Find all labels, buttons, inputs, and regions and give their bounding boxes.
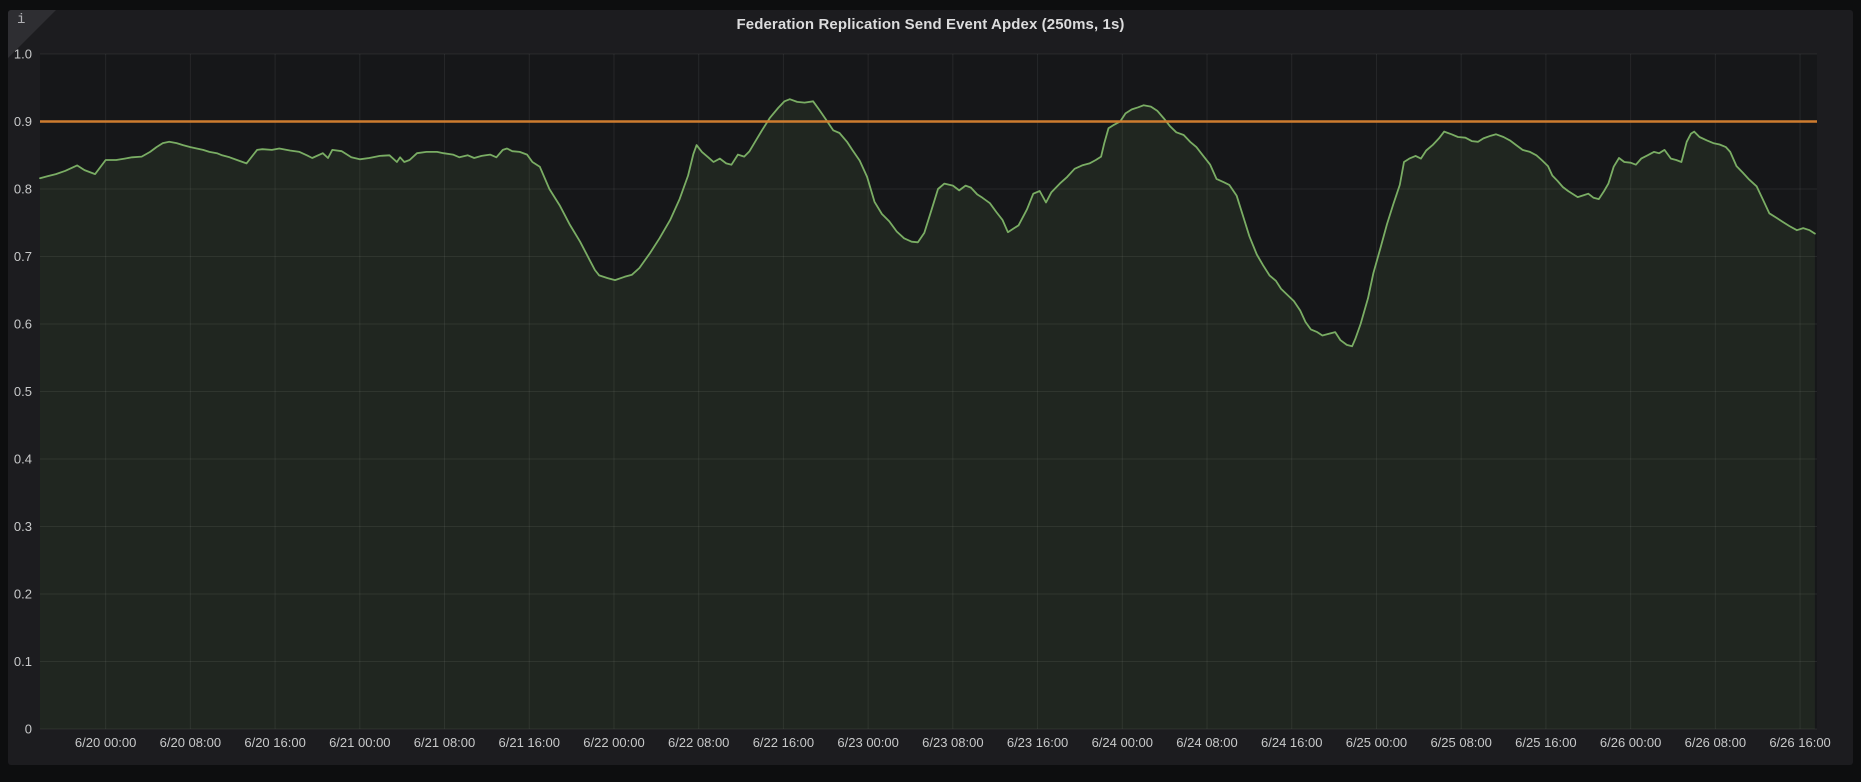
x-tick-label: 6/26 08:00 (1685, 735, 1746, 750)
x-tick-label: 6/20 00:00 (75, 735, 136, 750)
y-tick-label: 0 (25, 722, 32, 737)
x-tick-label: 6/21 16:00 (499, 735, 560, 750)
graph-panel: i Federation Replication Send Event Apde… (8, 10, 1853, 765)
x-tick-label: 6/22 16:00 (753, 735, 814, 750)
x-tick-label: 6/23 00:00 (837, 735, 898, 750)
y-tick-label: 0.5 (14, 384, 32, 399)
y-tick-label: 0.7 (14, 249, 32, 264)
y-tick-label: 1.0 (14, 47, 32, 62)
x-tick-label: 6/24 16:00 (1261, 735, 1322, 750)
x-tick-label: 6/26 16:00 (1769, 735, 1830, 750)
y-tick-label: 0.8 (14, 182, 32, 197)
x-tick-label: 6/20 08:00 (160, 735, 221, 750)
x-tick-label: 6/25 16:00 (1515, 735, 1576, 750)
x-tick-label: 6/26 00:00 (1600, 735, 1661, 750)
y-tick-label: 0.6 (14, 317, 32, 332)
x-tick-label: 6/23 08:00 (922, 735, 983, 750)
x-tick-label: 6/22 08:00 (668, 735, 729, 750)
y-tick-label: 0.3 (14, 519, 32, 534)
x-tick-label: 6/25 00:00 (1346, 735, 1407, 750)
chart-canvas[interactable]: 0 0.1 0.2 0.3 0.4 0.5 0.6 0.7 0.8 0.9 1.0 6/20 00:0… (8, 10, 1853, 765)
dashboard-background: i Federation Replication Send Event Apde… (0, 0, 1861, 782)
y-tick-label: 0.1 (14, 654, 32, 669)
x-tick-label: 6/22 00:00 (583, 735, 644, 750)
y-tick-label: 0.2 (14, 587, 32, 602)
y-tick-label: 0.4 (14, 452, 32, 467)
x-tick-label: 6/21 08:00 (414, 735, 475, 750)
x-tick-label: 6/25 08:00 (1430, 735, 1491, 750)
x-tick-label: 6/24 08:00 (1176, 735, 1237, 750)
x-tick-label: 6/21 00:00 (329, 735, 390, 750)
y-tick-label: 0.9 (14, 114, 32, 129)
x-tick-label: 6/20 16:00 (244, 735, 305, 750)
x-tick-label: 6/23 16:00 (1007, 735, 1068, 750)
x-tick-label: 6/24 00:00 (1092, 735, 1153, 750)
